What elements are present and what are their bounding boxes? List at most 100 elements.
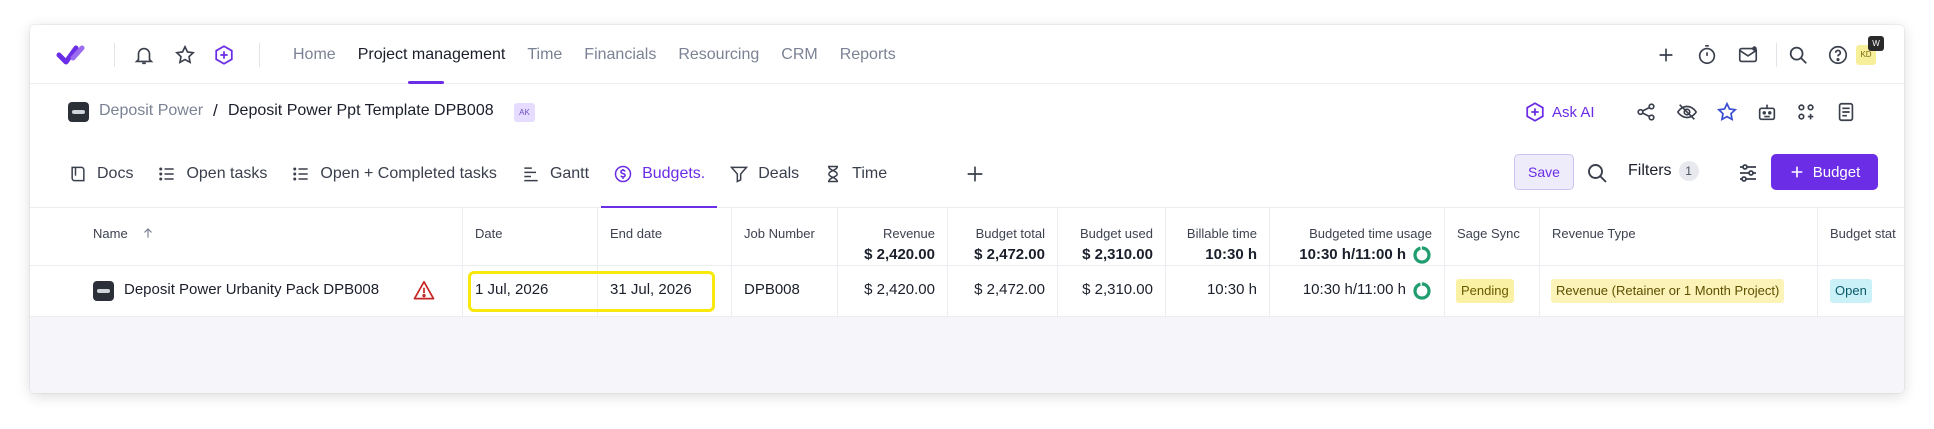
tab-label: Open tasks	[186, 165, 268, 182]
budget-icon	[93, 281, 114, 301]
sliders-icon[interactable]	[1736, 161, 1760, 185]
column-date[interactable]: Date	[462, 208, 597, 265]
column-header-label: Budget total	[975, 226, 1045, 241]
revenue-value: $ 2,420.00	[864, 281, 935, 298]
inbox-icon[interactable]	[1735, 42, 1761, 68]
column-job-number[interactable]: Job Number	[731, 208, 837, 265]
tab-time[interactable]: Time	[811, 140, 899, 208]
nav-crm[interactable]: CRM	[770, 25, 828, 84]
column-revenue[interactable]: Revenue $ 2,420.00	[837, 208, 947, 265]
cell-budget-status[interactable]: Open	[1817, 266, 1904, 316]
budget-used-total: $ 2,310.00	[1082, 246, 1153, 263]
top-nav: Home Project management Time Financials …	[30, 25, 1904, 84]
column-name[interactable]: Name	[30, 208, 462, 265]
column-budget-status[interactable]: Budget stat	[1817, 208, 1904, 265]
stopwatch-icon[interactable]	[1694, 42, 1720, 68]
add-budget-label: Budget	[1812, 163, 1861, 181]
dollar-icon	[614, 165, 632, 183]
nav-resourcing[interactable]: Resourcing	[667, 25, 770, 84]
cell-budgeted-time-usage[interactable]: 10:30 h/11:00 h	[1269, 266, 1444, 316]
nav-financials[interactable]: Financials	[573, 25, 667, 84]
cell-sage-sync[interactable]: Pending	[1444, 266, 1539, 316]
nav-home[interactable]: Home	[282, 25, 347, 84]
column-header-label: Revenue	[882, 226, 935, 241]
filters-button[interactable]: Filters 1	[1628, 161, 1699, 181]
date-range-highlight	[468, 271, 715, 312]
notes-icon[interactable]	[1834, 100, 1858, 124]
tab-bar: Docs Open tasks Open + Completed tasks G…	[30, 140, 1904, 208]
eye-off-icon[interactable]	[1675, 100, 1699, 124]
add-budget-button[interactable]: Budget	[1771, 154, 1878, 190]
budget-total-value: $ 2,472.00	[974, 281, 1045, 298]
tab-deals[interactable]: Deals	[717, 140, 811, 208]
main-nav: Home Project management Time Financials …	[282, 25, 907, 84]
bell-icon[interactable]	[131, 42, 157, 68]
nav-time[interactable]: Time	[516, 25, 573, 84]
search-icon[interactable]	[1585, 161, 1609, 185]
table-header: Name Date End date Job Number Revenue $ …	[30, 208, 1904, 266]
cell-budget-used[interactable]: $ 2,310.00	[1057, 266, 1165, 316]
tab-budgets[interactable]: Budgets.	[601, 140, 718, 208]
filters-label: Filters	[1628, 162, 1672, 179]
tab-label: Open + Completed tasks	[320, 165, 497, 182]
column-budgeted-time-usage[interactable]: Budgeted time usage 10:30 h/11:00 h	[1269, 208, 1444, 265]
column-end-date[interactable]: End date	[597, 208, 731, 265]
robot-icon[interactable]	[1755, 100, 1779, 124]
gantt-icon	[524, 167, 538, 182]
column-budget-total[interactable]: Budget total $ 2,472.00	[947, 208, 1057, 265]
tab-open-tasks[interactable]: Open tasks	[145, 140, 279, 208]
cell-job-number[interactable]: DPB008	[731, 266, 837, 316]
column-billable-time[interactable]: Billable time 10:30 h	[1165, 208, 1269, 265]
plus-icon[interactable]	[1653, 42, 1679, 68]
hourglass-icon	[828, 165, 839, 183]
budgeted-time-usage-value: 10:30 h/11:00 h	[1302, 281, 1406, 298]
sage-sync-badge: Pending	[1456, 279, 1514, 303]
search-icon[interactable]	[1785, 42, 1811, 68]
project-icon	[68, 102, 89, 122]
nav-divider	[259, 43, 260, 67]
column-revenue-type[interactable]: Revenue Type	[1539, 208, 1817, 265]
list-icon	[293, 167, 309, 181]
star-icon[interactable]	[172, 42, 198, 68]
tab-open-completed-tasks[interactable]: Open + Completed tasks	[279, 140, 509, 208]
nav-project-management[interactable]: Project management	[347, 25, 517, 84]
hexagon-plus-icon[interactable]	[211, 42, 237, 68]
cell-budget-total[interactable]: $ 2,472.00	[947, 266, 1057, 316]
app-logo-icon[interactable]	[56, 43, 86, 67]
cell-name[interactable]: Deposit Power Urbanity Pack DPB008	[30, 266, 462, 316]
plus-icon	[1791, 166, 1803, 178]
breadcrumb-project-link[interactable]: Deposit Power	[99, 102, 203, 120]
time-usage-donut-icon	[1413, 282, 1431, 300]
share-icon[interactable]	[1634, 100, 1658, 124]
breadcrumb: Deposit Power / Deposit Power Ppt Templa…	[30, 84, 1904, 140]
breadcrumb-separator: /	[213, 101, 218, 120]
save-button[interactable]: Save	[1514, 154, 1574, 190]
ask-ai-label: Ask AI	[1552, 103, 1595, 121]
cell-revenue-type[interactable]: Revenue (Retainer or 1 Month Project)	[1539, 266, 1817, 316]
nav-divider	[114, 43, 115, 67]
ask-ai-button[interactable]: Ask AI	[1524, 99, 1595, 125]
nav-reports[interactable]: Reports	[829, 25, 907, 84]
cell-revenue[interactable]: $ 2,420.00	[837, 266, 947, 316]
column-header-label: Date	[475, 226, 503, 241]
app-window: Home Project management Time Financials …	[30, 25, 1904, 393]
column-budget-used[interactable]: Budget used $ 2,310.00	[1057, 208, 1165, 265]
owner-badge[interactable]: AK	[514, 103, 535, 122]
tab-gantt[interactable]: Gantt	[509, 140, 601, 208]
column-header-label: Revenue Type	[1552, 226, 1636, 241]
budget-name[interactable]: Deposit Power Urbanity Pack DPB008	[124, 281, 379, 298]
status-badge: Open	[1830, 279, 1872, 303]
tab-docs[interactable]: Docs	[56, 140, 145, 208]
filters-count-badge: 1	[1678, 161, 1699, 181]
cell-billable-time[interactable]: 10:30 h	[1165, 266, 1269, 316]
column-sage-sync[interactable]: Sage Sync	[1444, 208, 1539, 265]
add-tab-icon[interactable]	[964, 163, 986, 185]
column-header-label: Billable time	[1186, 226, 1257, 241]
apps-icon[interactable]	[1794, 100, 1818, 124]
table-empty-area	[30, 317, 1904, 393]
column-header-label: Budget stat	[1830, 226, 1896, 241]
table-row[interactable]: Deposit Power Urbanity Pack DPB008 1 Jul…	[30, 266, 1904, 317]
help-icon[interactable]	[1825, 42, 1851, 68]
sort-ascending-icon[interactable]	[141, 226, 155, 240]
star-icon[interactable]	[1715, 100, 1739, 124]
